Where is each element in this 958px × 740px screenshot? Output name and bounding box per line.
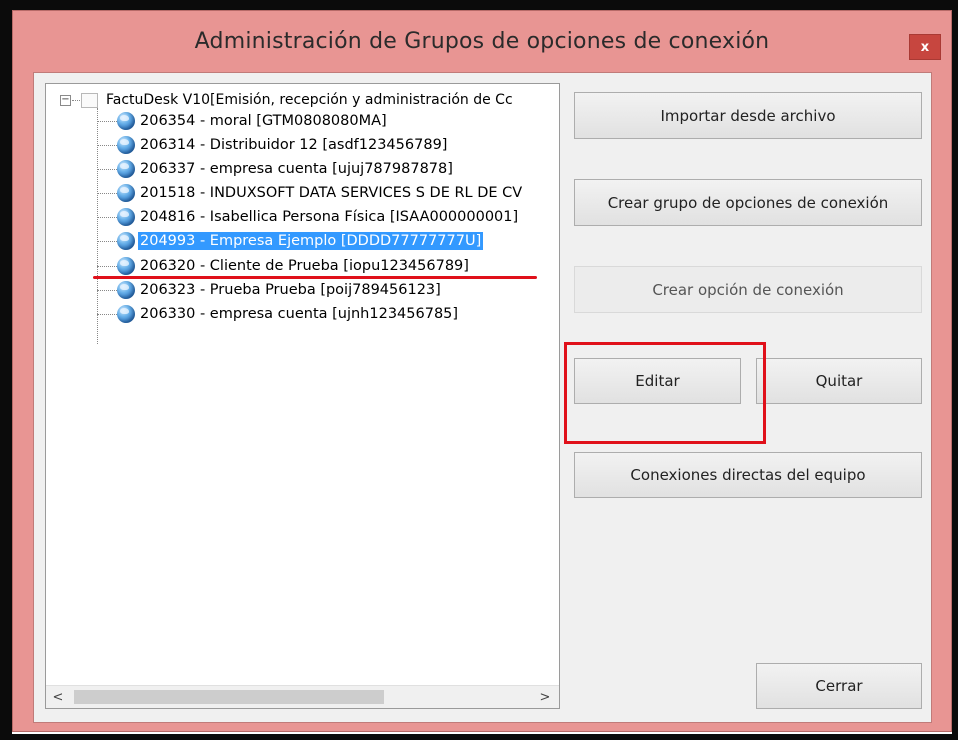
tree-item[interactable]: 206314 - Distribuidor 12 [asdf123456789] <box>97 134 449 156</box>
annotation-highlight-box <box>564 342 766 444</box>
tree-item-label: 204816 - Isabellica Persona Física [ISAA… <box>140 209 519 225</box>
import-from-file-button[interactable]: Importar desde archivo <box>574 92 922 139</box>
frame-border-left <box>0 0 12 740</box>
create-option-button[interactable]: Crear opción de conexión <box>574 266 922 313</box>
scroll-right-icon[interactable]: > <box>535 688 555 706</box>
tree-item[interactable]: 206320 - Cliente de Prueba [iopu12345678… <box>97 255 471 277</box>
groups-tree-view[interactable]: − FactuDesk V10[Emisión, recepción y adm… <box>45 83 560 709</box>
tree-item-label: 206323 - Prueba Prueba [poij789456123] <box>140 282 441 298</box>
folder-icon <box>81 92 98 108</box>
close-window-button[interactable]: x <box>909 34 941 60</box>
frame-border-top <box>0 0 958 10</box>
tree-connector <box>97 192 117 194</box>
collapse-icon[interactable]: − <box>60 94 71 106</box>
tree-connector <box>97 168 117 170</box>
tree-content: − FactuDesk V10[Emisión, recepción y adm… <box>46 84 559 686</box>
globe-icon <box>117 136 135 154</box>
tree-item-label: 201518 - INDUXSOFT DATA SERVICES S DE RL… <box>140 185 523 201</box>
frame-border-bottom <box>0 734 958 740</box>
tree-connector <box>97 120 117 122</box>
screenshot-frame: Administración de Grupos de opciones de … <box>0 0 958 740</box>
title-bar[interactable]: Administración de Grupos de opciones de … <box>13 11 951 73</box>
frame-border-right <box>952 0 958 740</box>
globe-icon <box>117 184 135 202</box>
tree-connector <box>97 216 117 218</box>
scroll-left-icon[interactable]: < <box>48 688 68 706</box>
horizontal-scrollbar[interactable]: < > <box>46 685 559 708</box>
globe-icon <box>117 112 135 130</box>
tree-connector <box>72 99 80 101</box>
close-button[interactable]: Cerrar <box>756 663 922 709</box>
tree-item-label: 206337 - empresa cuenta [ujuj787987878] <box>140 161 453 177</box>
tree-root-label: FactuDesk V10[Emisión, recepción y admin… <box>106 92 513 108</box>
tree-item[interactable]: 204816 - Isabellica Persona Física [ISAA… <box>97 206 520 228</box>
close-icon: x <box>920 39 930 55</box>
tree-item[interactable]: 206330 - empresa cuenta [ujnh123456785] <box>97 303 460 325</box>
globe-icon <box>117 257 135 275</box>
tree-connector <box>97 313 117 315</box>
tree-item[interactable]: 206337 - empresa cuenta [ujuj787987878] <box>97 158 455 180</box>
globe-icon <box>117 208 135 226</box>
tree-item-label: 206330 - empresa cuenta [ujnh123456785] <box>140 306 459 322</box>
tree-root-node[interactable]: − FactuDesk V10[Emisión, recepción y adm… <box>60 90 513 110</box>
globe-icon <box>117 305 135 323</box>
remove-button[interactable]: Quitar <box>756 358 922 404</box>
globe-icon <box>117 281 135 299</box>
tree-item-label: 206314 - Distribuidor 12 [asdf123456789] <box>140 137 448 153</box>
tree-item[interactable]: 201518 - INDUXSOFT DATA SERVICES S DE RL… <box>97 182 524 204</box>
tree-connector <box>97 144 117 146</box>
tree-connector <box>97 240 117 242</box>
tree-item-selected[interactable]: 204993 - Empresa Ejemplo [DDDD77777777U] <box>97 230 484 252</box>
scroll-thumb[interactable] <box>74 690 384 704</box>
globe-icon <box>117 160 135 178</box>
tree-item[interactable]: 206323 - Prueba Prueba [poij789456123] <box>97 279 443 301</box>
tree-connector <box>97 289 117 291</box>
tree-item-label: 206320 - Cliente de Prueba [iopu12345678… <box>140 258 469 274</box>
dialog-window: Administración de Grupos de opciones de … <box>12 10 952 732</box>
dialog-client-area: − FactuDesk V10[Emisión, recepción y adm… <box>33 72 932 723</box>
direct-connections-button[interactable]: Conexiones directas del equipo <box>574 452 922 498</box>
tree-item-label: 204993 - Empresa Ejemplo [DDDD77777777U] <box>138 232 484 250</box>
create-group-button[interactable]: Crear grupo de opciones de conexión <box>574 179 922 226</box>
tree-item-label: 206354 - moral [GTM0808080MA] <box>140 113 387 129</box>
window-title: Administración de Grupos de opciones de … <box>194 29 770 54</box>
globe-icon <box>117 232 135 250</box>
tree-item[interactable]: 206354 - moral [GTM0808080MA] <box>97 110 389 132</box>
tree-connector <box>97 265 117 267</box>
